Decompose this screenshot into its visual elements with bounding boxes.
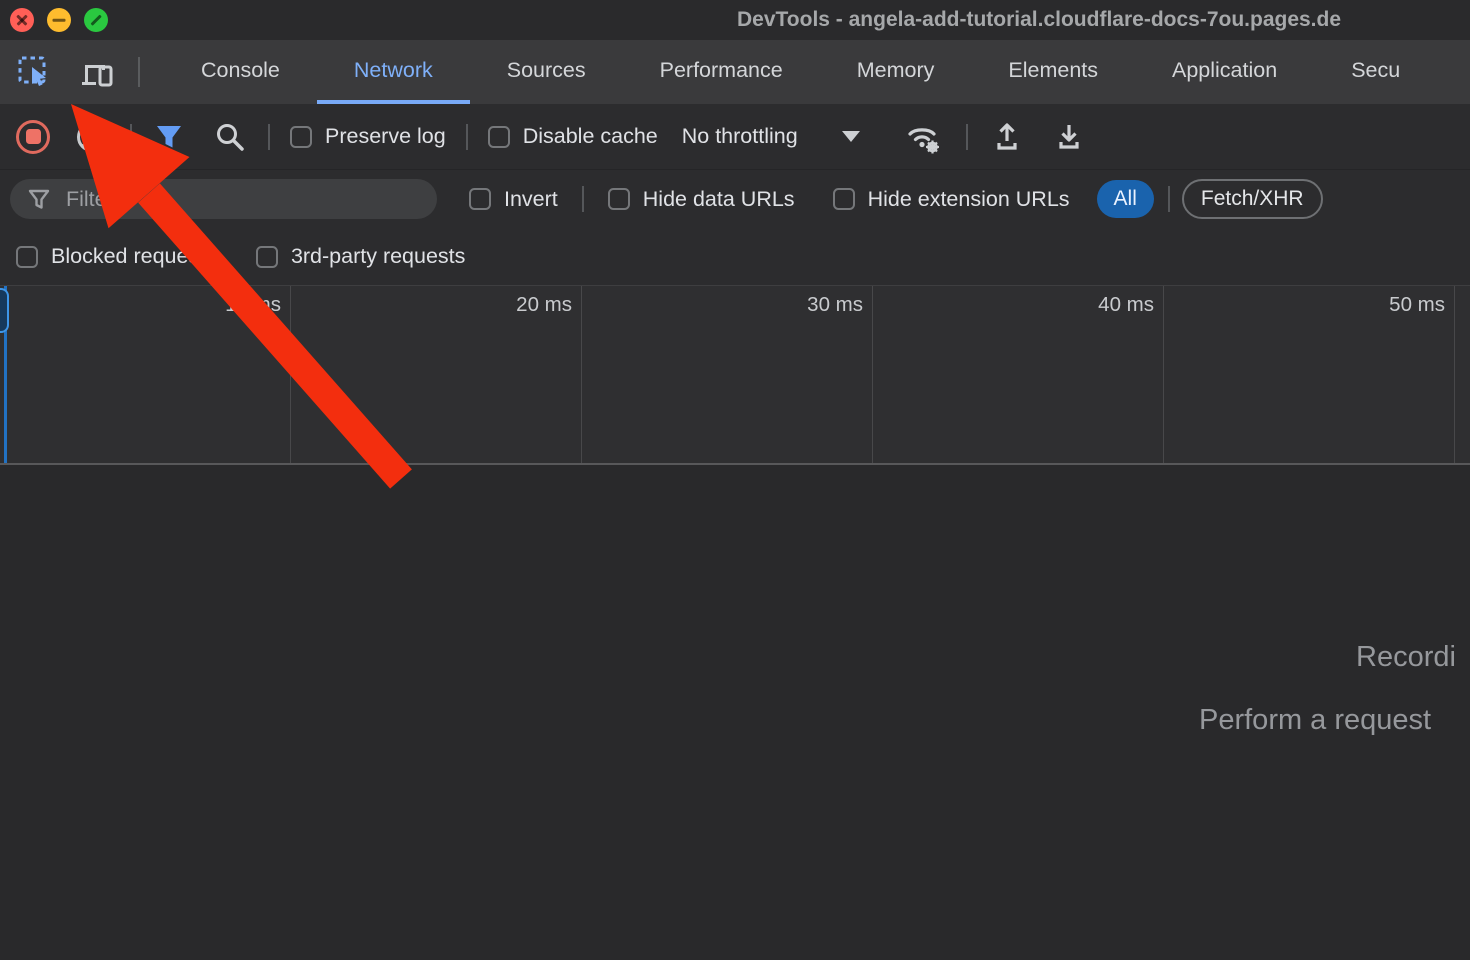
timeline-scrubber-handle[interactable] bbox=[0, 288, 9, 333]
inspect-element-button[interactable] bbox=[12, 40, 56, 104]
tab-sources[interactable]: Sources bbox=[470, 40, 623, 104]
search-icon bbox=[212, 119, 248, 155]
timeline-tick-label: 10 ms bbox=[225, 293, 281, 317]
tab-elements[interactable]: Elements bbox=[971, 40, 1135, 104]
invert-checkbox[interactable]: Invert bbox=[469, 187, 558, 212]
filter-field[interactable] bbox=[10, 179, 437, 219]
hide-extension-urls-checkbox[interactable]: Hide extension URLs bbox=[833, 187, 1070, 212]
network-conditions-button[interactable] bbox=[902, 117, 946, 157]
hide-data-urls-checkbox[interactable]: Hide data URLs bbox=[608, 187, 795, 212]
device-toolbar-icon bbox=[76, 53, 116, 91]
minimize-button[interactable] bbox=[47, 8, 71, 32]
tab-application[interactable]: Application bbox=[1135, 40, 1314, 104]
network-overview-timeline[interactable]: 10 ms 20 ms 30 ms 40 ms 50 ms bbox=[0, 285, 1470, 465]
titlebar: DevTools - angela-add-tutorial.cloudflar… bbox=[0, 0, 1470, 40]
filter-icon bbox=[26, 186, 52, 212]
tab-network[interactable]: Network bbox=[317, 40, 470, 104]
record-icon bbox=[16, 120, 50, 154]
inspect-icon bbox=[15, 53, 53, 91]
filter-input[interactable] bbox=[66, 187, 421, 212]
filter-toggle-button[interactable] bbox=[152, 120, 186, 154]
minimize-icon bbox=[53, 19, 66, 22]
timeline-section: 30 ms bbox=[582, 286, 873, 463]
window-title: DevTools - angela-add-tutorial.cloudflar… bbox=[737, 0, 1341, 40]
timeline-section: 50 ms bbox=[1164, 286, 1455, 463]
throttling-caret-icon bbox=[842, 131, 860, 142]
timeline-tick-label: 30 ms bbox=[807, 293, 863, 317]
blocked-requests-checkbox[interactable]: Blocked requests bbox=[16, 244, 216, 269]
checkbox-box bbox=[290, 126, 312, 148]
window-controls bbox=[10, 8, 108, 32]
request-type-all-button[interactable]: All bbox=[1097, 180, 1154, 218]
tab-memory[interactable]: Memory bbox=[820, 40, 972, 104]
request-filter-row: Blocked requests 3rd-party requests bbox=[0, 228, 1470, 285]
import-har-icon bbox=[988, 118, 1026, 156]
device-toolbar-button[interactable] bbox=[74, 40, 118, 104]
request-type-fetch-xhr-button[interactable]: Fetch/XHR bbox=[1182, 179, 1323, 219]
network-conditions-icon bbox=[902, 117, 946, 157]
tabbar-separator bbox=[138, 57, 140, 87]
checkbox-box bbox=[488, 126, 510, 148]
timeline-section: 20 ms bbox=[291, 286, 582, 463]
timeline-tick-label: 40 ms bbox=[1098, 293, 1154, 317]
disable-cache-checkbox[interactable]: Disable cache bbox=[488, 124, 658, 149]
filter-funnel-icon bbox=[152, 120, 186, 154]
timeline-section: 10 ms bbox=[0, 286, 291, 463]
timeline-tick-label: 20 ms bbox=[516, 293, 572, 317]
zoom-button[interactable] bbox=[84, 8, 108, 32]
empty-state-recording-text: Recordi bbox=[1356, 641, 1456, 674]
empty-state-perform-request-text: Perform a request bbox=[1199, 704, 1431, 737]
record-network-log-button[interactable] bbox=[16, 120, 50, 154]
tab-console[interactable]: Console bbox=[164, 40, 317, 104]
tab-security[interactable]: Secu bbox=[1314, 40, 1437, 104]
zoom-icon bbox=[90, 14, 101, 25]
network-filter-row: Invert Hide data URLs Hide extension URL… bbox=[0, 170, 1470, 228]
network-toolbar: Preserve log Disable cache No throttling bbox=[0, 104, 1470, 170]
third-party-requests-checkbox[interactable]: 3rd-party requests bbox=[256, 244, 465, 269]
preserve-log-checkbox[interactable]: Preserve log bbox=[290, 124, 446, 149]
timeline-tick-label: 50 ms bbox=[1389, 293, 1445, 317]
import-har-button[interactable] bbox=[988, 118, 1026, 156]
tab-performance[interactable]: Performance bbox=[623, 40, 820, 104]
clear-network-log-button[interactable] bbox=[74, 119, 110, 155]
close-button[interactable] bbox=[10, 8, 34, 32]
export-har-icon bbox=[1050, 118, 1088, 156]
clear-icon bbox=[74, 119, 110, 155]
devtools-tabbar: Console Network Sources Performance Memo… bbox=[0, 40, 1470, 104]
search-button[interactable] bbox=[212, 119, 248, 155]
timeline-section bbox=[1455, 286, 1470, 463]
throttling-select[interactable]: No throttling bbox=[682, 124, 860, 149]
timeline-section: 40 ms bbox=[873, 286, 1164, 463]
export-har-button[interactable] bbox=[1050, 118, 1088, 156]
